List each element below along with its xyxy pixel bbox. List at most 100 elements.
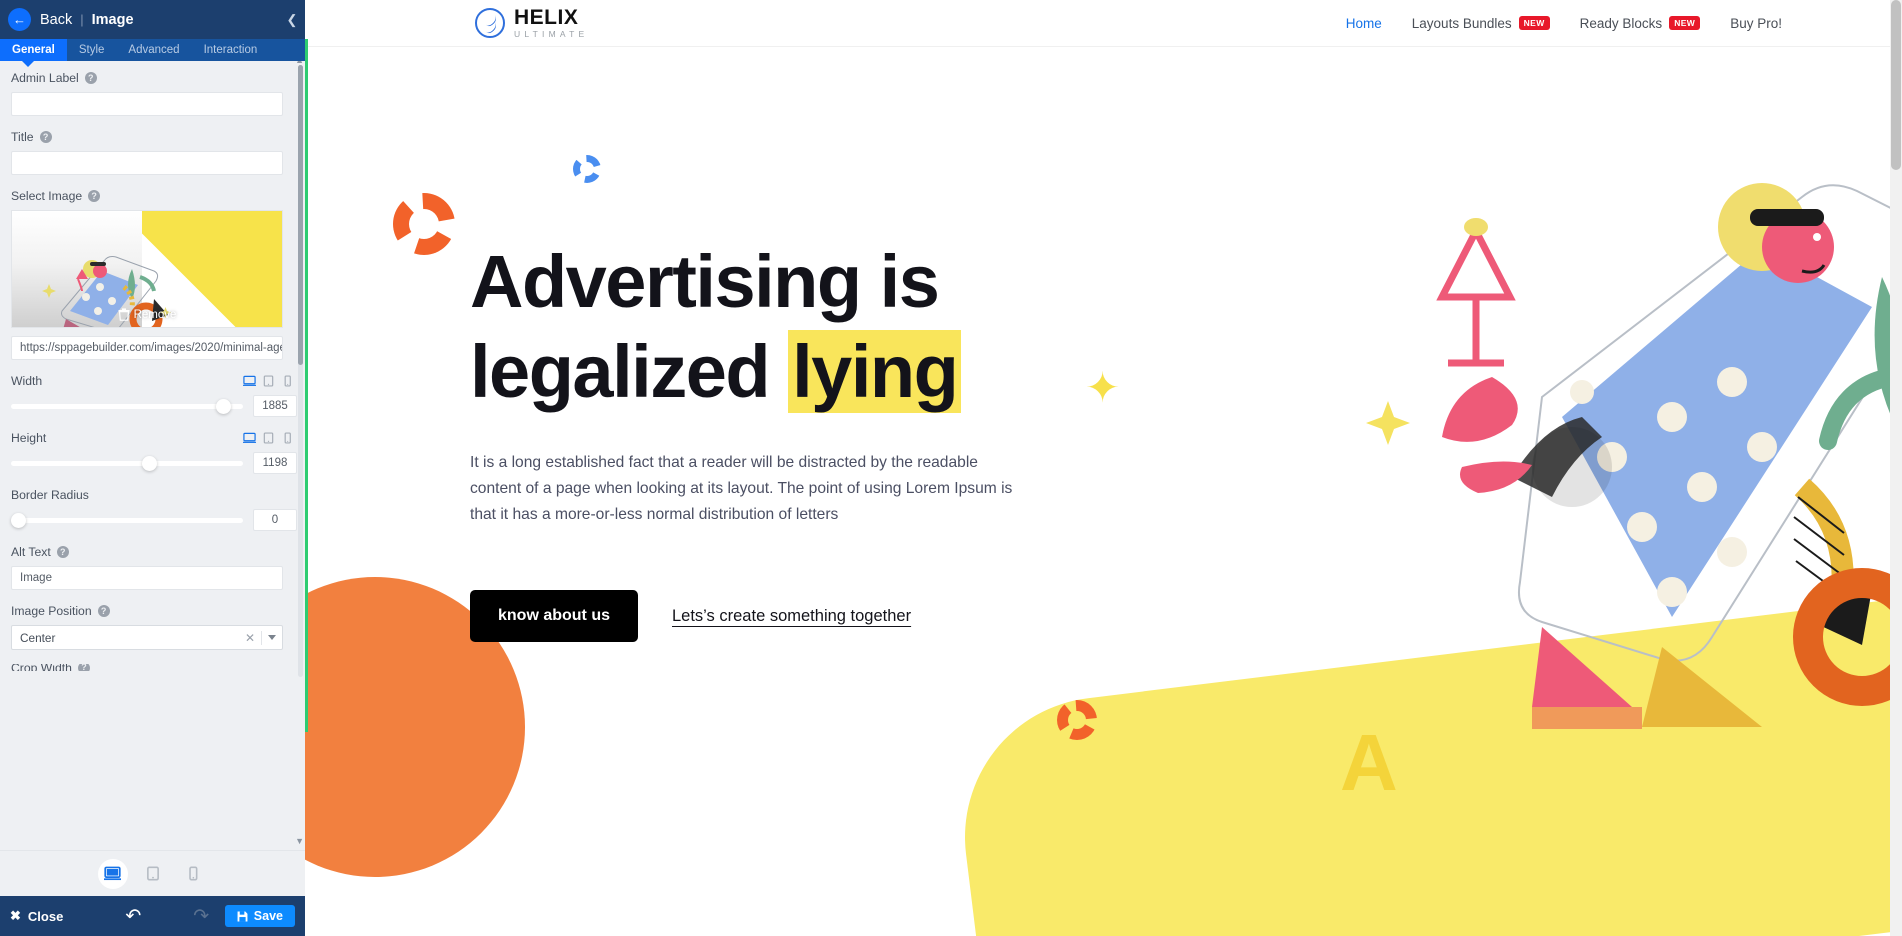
field-image-position: Image Position ? Center ✕	[11, 604, 294, 650]
border-radius-slider-track[interactable]	[11, 512, 243, 528]
width-label-text: Width	[11, 374, 43, 388]
redo-button[interactable]: ↷	[193, 907, 209, 926]
admin-label-input[interactable]	[11, 92, 283, 116]
admin-label-text: Admin Label	[11, 71, 79, 85]
border-radius-slider-row: 0	[11, 509, 297, 531]
decor-orange-donut	[393, 193, 455, 255]
scroll-down-icon[interactable]: ▼	[295, 836, 304, 846]
height-value-input[interactable]: 1198	[253, 452, 297, 474]
help-icon[interactable]: ?	[39, 131, 52, 143]
preview-scrollbar-track[interactable]	[1890, 0, 1902, 936]
back-button[interactable]: Back	[40, 12, 72, 28]
title-label: Title ?	[11, 130, 294, 144]
border-radius-label-text: Border Radius	[11, 488, 89, 502]
close-button[interactable]: ✖ Close	[10, 908, 63, 924]
hero-heading-line1: Advertising is	[470, 240, 940, 323]
header-separator: |	[80, 12, 84, 27]
border-radius-label: Border Radius	[11, 488, 294, 502]
border-radius-slider-knob[interactable]	[11, 512, 26, 528]
height-label-text: Height	[11, 431, 47, 445]
nav-link-ready-blocks[interactable]: Ready Blocks NEW	[1580, 16, 1701, 31]
tablet-icon[interactable]	[262, 375, 275, 387]
device-tablet-button[interactable]	[138, 859, 168, 889]
sidebar-footer: ✖ Close ↶ ↷ Save	[0, 896, 305, 936]
floppy-disk-icon	[237, 911, 248, 921]
tab-style[interactable]: Style	[67, 39, 117, 61]
image-url-input[interactable]: https://sppagebuilder.com/images/2020/mi…	[11, 336, 283, 360]
tab-general[interactable]: General	[0, 39, 67, 61]
tab-interaction[interactable]: Interaction	[192, 39, 270, 61]
field-height: Height 1198	[11, 431, 297, 474]
nav-link-layouts-bundles[interactable]: Layouts Bundles NEW	[1412, 16, 1550, 31]
know-about-us-button[interactable]: know about us	[470, 590, 638, 643]
help-icon[interactable]: ?	[84, 72, 97, 84]
chevron-down-icon[interactable]	[268, 635, 276, 640]
image-position-label-text: Image Position	[11, 604, 92, 618]
nav-link-home[interactable]: Home	[1346, 16, 1382, 31]
save-button[interactable]: Save	[224, 905, 295, 927]
sidebar-scrollbar-thumb[interactable]	[298, 65, 303, 365]
clear-selection-icon[interactable]: ✕	[245, 631, 255, 645]
width-slider-knob[interactable]	[216, 398, 231, 414]
sidebar-collapse-button[interactable]: ❮	[279, 0, 305, 39]
nav-link-ready-blocks-label: Ready Blocks	[1579, 15, 1663, 31]
width-slider-track[interactable]	[11, 398, 243, 414]
hero-heading-highlight: lying	[788, 330, 962, 414]
arrow-left-icon[interactable]: ←	[8, 8, 31, 31]
field-border-radius: Border Radius 0	[11, 488, 297, 531]
nav-link-layouts-bundles-label: Layouts Bundles	[1411, 15, 1512, 31]
tab-advanced[interactable]: Advanced	[116, 39, 191, 61]
hero-section: A ✦ Advertising is legalized lying It is…	[305, 47, 1902, 936]
desktop-icon[interactable]	[243, 432, 256, 444]
tablet-icon[interactable]	[262, 432, 275, 444]
help-icon[interactable]: ?	[97, 605, 110, 617]
panel-title: Image	[91, 11, 134, 28]
height-slider-knob[interactable]	[142, 455, 157, 471]
hero-paragraph: It is a long established fact that a rea…	[470, 453, 1013, 523]
alt-text-label: Alt Text ?	[11, 545, 294, 559]
brand-text: HELIX ULTIMATE	[514, 7, 588, 39]
width-value-input[interactable]: 1885	[253, 395, 297, 417]
mobile-icon[interactable]	[281, 432, 294, 444]
width-responsive-icons	[243, 375, 294, 387]
field-width: Width 1885	[11, 374, 297, 417]
remove-image-button[interactable]: Remove	[118, 308, 177, 321]
create-together-link[interactable]: Lets’s create something together	[672, 607, 911, 626]
scroll-up-icon[interactable]: ▲	[295, 61, 304, 65]
site-navbar: HELIX ULTIMATE Home Layouts Bundles NEW …	[305, 0, 1902, 47]
selection-edge-marker	[305, 39, 308, 732]
hero-heading: Advertising is legalized lying	[470, 237, 1090, 418]
desktop-icon[interactable]	[243, 375, 256, 387]
brand-name: HELIX	[514, 6, 579, 30]
hero-content: Advertising is legalized lying It is a l…	[470, 237, 1090, 643]
field-title: Title ?	[11, 130, 294, 175]
hero-cta-group: know about us Lets’s create something to…	[470, 590, 1090, 643]
image-position-select[interactable]: Center ✕	[11, 625, 283, 650]
device-mobile-button[interactable]	[178, 859, 208, 889]
alt-text-input[interactable]: Image	[11, 566, 283, 590]
device-desktop-button[interactable]	[97, 858, 128, 889]
help-icon[interactable]: ?	[56, 546, 69, 558]
alt-text-label-text: Alt Text	[11, 545, 51, 559]
select-divider	[261, 630, 262, 645]
title-input[interactable]	[11, 151, 283, 175]
hero-heading-line2-plain: legalized	[470, 330, 789, 414]
remove-label: Remove	[133, 308, 177, 321]
app-root: ← Back | Image General Style Advanced In…	[0, 0, 1902, 936]
nav-link-buy-pro[interactable]: Buy Pro!	[1730, 16, 1782, 31]
mobile-icon[interactable]	[281, 375, 294, 387]
undo-button[interactable]: ↶	[125, 907, 141, 926]
border-radius-value-input[interactable]: 0	[253, 509, 297, 531]
mobile-icon	[188, 866, 197, 881]
image-preview[interactable]: Remove	[11, 210, 283, 328]
close-label: Close	[27, 908, 64, 924]
preview-scrollbar-thumb[interactable]	[1891, 0, 1901, 170]
help-icon[interactable]: ?	[77, 664, 90, 671]
x-icon: ✖	[10, 908, 21, 923]
site-brand[interactable]: HELIX ULTIMATE	[475, 7, 588, 39]
help-icon[interactable]: ?	[88, 190, 101, 202]
height-slider-track[interactable]	[11, 455, 243, 471]
crop-width-label-text: Crop Width	[11, 664, 72, 671]
tablet-icon	[146, 866, 159, 881]
trash-icon	[118, 308, 130, 321]
